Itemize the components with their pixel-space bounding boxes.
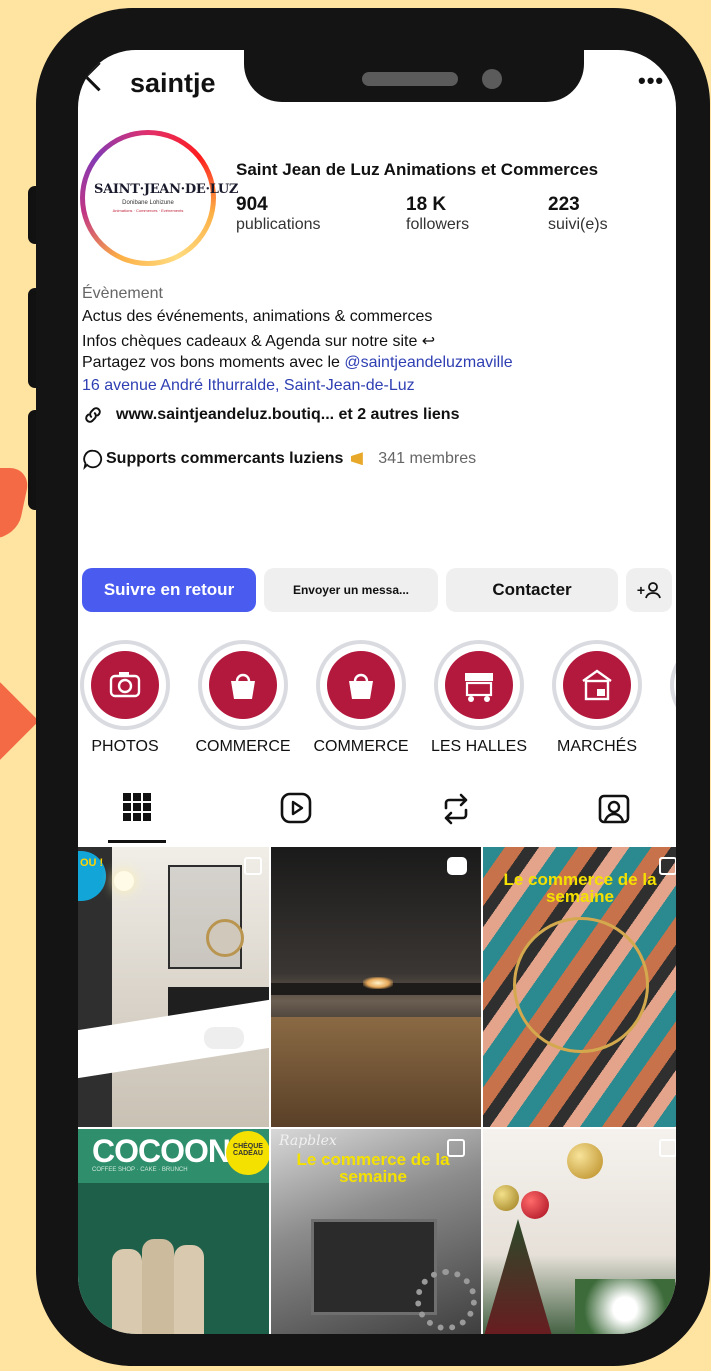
pendant-lamp bbox=[114, 871, 134, 891]
grid-icon bbox=[123, 793, 151, 821]
tab-tagged[interactable] bbox=[598, 792, 630, 829]
shop-icon bbox=[582, 669, 612, 701]
bio-line-1: Actus des événements, animations & comme… bbox=[82, 308, 433, 325]
post-spa-room[interactable]: OU ! bbox=[78, 847, 269, 1127]
highlight-label-commerce-1: COMMERCE bbox=[195, 738, 291, 755]
highlight-photos[interactable] bbox=[80, 640, 170, 730]
flower-bouquet bbox=[575, 1279, 675, 1334]
profile-category: Évènement bbox=[82, 285, 163, 302]
carousel-icon bbox=[244, 857, 262, 875]
promo-title: Le commerce de la semaine bbox=[296, 1150, 450, 1186]
highlight-marches[interactable] bbox=[552, 640, 642, 730]
logo-title: SAINT·JEAN·DE·LUZ bbox=[94, 182, 239, 197]
stat-following[interactable]: 223 suivi(e)s bbox=[548, 194, 608, 234]
decor-shape bbox=[0, 468, 32, 538]
speaker-grille bbox=[362, 72, 458, 86]
link-icon bbox=[82, 404, 104, 431]
sand bbox=[271, 1017, 481, 1127]
front-camera bbox=[482, 69, 502, 89]
phone-notch bbox=[244, 16, 584, 102]
person-3 bbox=[174, 1245, 204, 1334]
gear bbox=[415, 1269, 477, 1331]
camera-icon bbox=[109, 672, 141, 698]
logo-subtitle: Donibane Lohizune bbox=[122, 200, 174, 206]
profile-username: saintje bbox=[130, 68, 216, 98]
post-sunset-beach[interactable] bbox=[271, 847, 481, 1127]
reels-icon bbox=[280, 792, 312, 824]
profile-avatar[interactable]: SAINT·JEAN·DE·LUZ Donibane Lohizune Anim… bbox=[80, 130, 239, 266]
post-commerce-semaine-1[interactable]: Le commerce de la semaine bbox=[483, 847, 676, 1127]
address-link[interactable]: 16 avenue André Ithurralde, Saint-Jean-d… bbox=[82, 377, 415, 395]
gold-ornament bbox=[567, 1143, 603, 1179]
person-icon bbox=[645, 582, 661, 599]
external-links[interactable]: www.saintjeandeluz.boutiq... et 2 autres… bbox=[116, 406, 459, 424]
bio-line-2: Infos chèques cadeaux & Agenda sur notre… bbox=[82, 333, 436, 350]
avatar-logo: SAINT·JEAN·DE·LUZ Donibane Lohizune Anim… bbox=[94, 144, 239, 252]
gold-ornament-2 bbox=[493, 1185, 519, 1211]
highlight-label-photos: PHOTOS bbox=[91, 738, 159, 755]
logo-tagline: Animations · Commerces · Evénements bbox=[112, 208, 184, 213]
tab-grid[interactable] bbox=[122, 792, 152, 827]
promo-title: Le commerce de la semaine bbox=[503, 870, 657, 906]
decor-diamond bbox=[0, 677, 39, 765]
app-screen: saintje ••• SAINT·JEAN·DE·LUZ Donibane L… bbox=[78, 50, 676, 1334]
person-1 bbox=[112, 1249, 142, 1334]
towel-roll bbox=[204, 1027, 244, 1049]
christmas-tree bbox=[483, 1219, 553, 1334]
highlight-les-halles[interactable] bbox=[434, 640, 524, 730]
necklace bbox=[513, 917, 649, 1053]
tab-reposts[interactable] bbox=[440, 792, 472, 831]
broadcast-channel[interactable]: Supports commercants luziens 341 membres bbox=[106, 450, 476, 468]
post-commerce-semaine-2[interactable]: Rapblex Le commerce de la semaine bbox=[271, 1129, 481, 1334]
carousel-icon bbox=[447, 1139, 465, 1157]
active-tab-indicator bbox=[108, 840, 166, 843]
highlight-commerce-2[interactable] bbox=[316, 640, 406, 730]
add-person-button[interactable]: + bbox=[626, 568, 672, 612]
megaphone-icon bbox=[350, 452, 363, 466]
red-ornament bbox=[521, 1191, 549, 1219]
carousel-icon bbox=[659, 857, 676, 875]
more-options-icon[interactable]: ••• bbox=[638, 68, 664, 94]
carousel-icon bbox=[659, 1139, 676, 1157]
profile-display-name: Saint Jean de Luz Animations et Commerce… bbox=[236, 160, 599, 179]
sun bbox=[363, 977, 393, 989]
round-mirror bbox=[206, 919, 244, 957]
person-2 bbox=[142, 1239, 174, 1334]
stat-publications[interactable]: 904 publications bbox=[236, 194, 321, 234]
stat-followers[interactable]: 18 K followers bbox=[406, 194, 469, 234]
shopping-bag-icon bbox=[349, 673, 373, 699]
repost-icon bbox=[444, 793, 468, 825]
tagged-person-icon bbox=[598, 794, 630, 824]
shopping-bag-icon bbox=[231, 673, 255, 699]
reel-icon bbox=[447, 857, 467, 875]
bio-line-3: Partagez vos bons moments avec le @saint… bbox=[82, 354, 513, 371]
highlight-more[interactable] bbox=[670, 640, 676, 730]
highlight-label-commerce-2: COMMERCE bbox=[313, 738, 409, 755]
post-cocoon[interactable]: COCOON COFFEE SHOP · CAKE · BRUNCH CHÈQU… bbox=[78, 1129, 269, 1334]
message-button[interactable]: Envoyer un messa... bbox=[264, 568, 438, 612]
cocoon-sign: COCOON bbox=[92, 1133, 231, 1169]
follow-back-button[interactable]: Suivre en retour bbox=[82, 568, 256, 612]
contact-button[interactable]: Contacter bbox=[446, 568, 618, 612]
channel-icon bbox=[82, 448, 104, 475]
tab-reels[interactable] bbox=[280, 792, 312, 829]
gift-voucher-badge: CHÈQUE CADEAU bbox=[226, 1131, 269, 1175]
brand-script: Rapblex bbox=[279, 1133, 337, 1149]
post-christmas-decor[interactable] bbox=[483, 1129, 676, 1334]
cocoon-subtitle: COFFEE SHOP · CAKE · BRUNCH bbox=[92, 1167, 188, 1173]
mention-link[interactable]: @saintjeandeluzmaville bbox=[344, 354, 512, 371]
highlight-label-les-halles: LES HALLES bbox=[430, 738, 528, 755]
market-stall-icon bbox=[465, 673, 493, 702]
highlight-commerce-1[interactable] bbox=[198, 640, 288, 730]
highlight-label-marches: MARCHÉS bbox=[556, 738, 637, 755]
